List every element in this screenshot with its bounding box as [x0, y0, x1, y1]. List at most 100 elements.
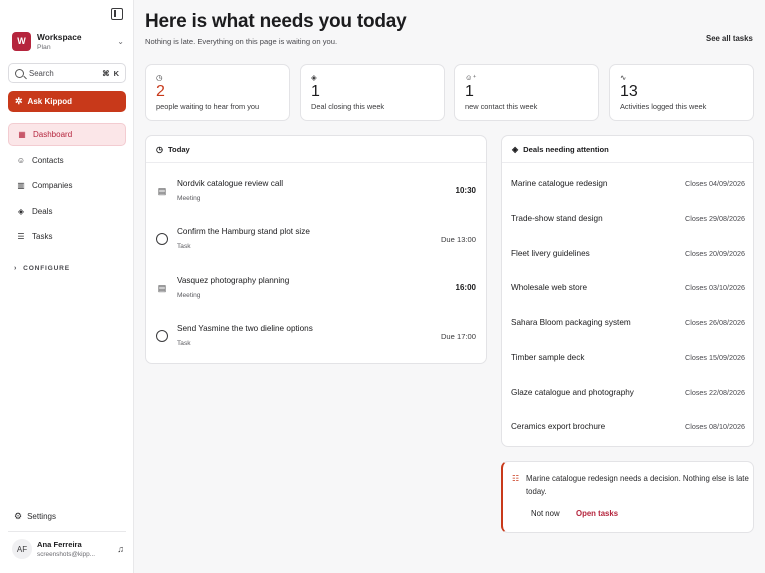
deal-close-date: Closes 29/08/2026 [685, 214, 745, 223]
handshake-icon: ◈ [17, 206, 25, 216]
deal-row[interactable]: Sahara Bloom packaging system Closes 26/… [511, 318, 745, 327]
calendar-icon: ▤ [157, 185, 167, 196]
building-icon: ▥ [17, 181, 25, 191]
grid-icon: ▦ [18, 130, 26, 139]
stat-label: people waiting to hear from you [156, 102, 260, 111]
sidebar-item-dashboard[interactable]: ▦ Dashboard [8, 123, 126, 146]
sidebar-collapse-icon[interactable] [111, 8, 123, 20]
divider [8, 531, 126, 532]
attention-alert: ☷ Marine catalogue redesign needs a deci… [501, 461, 754, 533]
deal-name: Glaze catalogue and photography [511, 388, 634, 397]
users-icon: ☺ [16, 155, 26, 165]
today-item[interactable]: Confirm the Hamburg stand plot size Task… [146, 215, 486, 263]
page-title: Here is what needs you today [145, 11, 407, 32]
alert-list-icon: ☷ [512, 474, 520, 483]
deal-name: Sahara Bloom packaging system [511, 318, 631, 327]
stat-label: new contact this week [465, 102, 538, 111]
search-input[interactable]: Search ⌘ K [8, 63, 126, 83]
sidebar-item-companies[interactable]: ▥ Companies [8, 174, 126, 197]
checklist-icon: ☰ [17, 232, 25, 242]
sidebar-item-label: Contacts [32, 155, 64, 165]
sidebar-item-label: Deals [32, 206, 53, 216]
deal-name: Trade-show stand design [511, 214, 603, 223]
deal-row[interactable]: Marine catalogue redesign Closes 04/09/2… [511, 179, 745, 188]
clock-icon: ◷ [156, 144, 163, 154]
today-item[interactable]: ▤ Nordvik catalogue review call Meeting … [146, 166, 486, 214]
open-tasks-button[interactable]: Open tasks [576, 509, 618, 518]
sidebar-item-label: Companies [32, 181, 73, 191]
settings-link[interactable]: ⚙ Settings [14, 511, 56, 522]
deal-close-date: Closes 04/09/2026 [685, 179, 745, 188]
today-item-type: Task [177, 243, 191, 250]
task-checkbox-icon[interactable] [156, 330, 168, 342]
deal-row[interactable]: Timber sample deck Closes 15/09/2026 [511, 353, 745, 362]
stat-value: 1 [311, 83, 320, 100]
deal-row[interactable]: Wholesale web store Closes 03/10/2026 [511, 283, 745, 292]
workspace-logo: W [12, 31, 31, 51]
today-item-type: Meeting [177, 195, 201, 202]
today-item-time: 10:30 [455, 185, 476, 195]
page-subtitle: Nothing is late. Everything on this page… [145, 37, 338, 46]
stat-value: 2 [156, 83, 165, 100]
shortcut-cmd: ⌘ [102, 68, 110, 78]
user-email: screenshots@kipp... [37, 551, 95, 558]
shortcut-key: K [113, 68, 119, 78]
activity-icon: ∿ [620, 73, 627, 82]
deal-row[interactable]: Trade-show stand design Closes 29/08/202… [511, 214, 745, 223]
gear-icon: ⚙ [14, 511, 23, 521]
task-checkbox-icon[interactable] [156, 233, 168, 245]
today-item-title: Send Yasmine the two dieline options [177, 324, 313, 333]
today-item[interactable]: ▤ Vasquez photography planning Meeting 1… [146, 263, 486, 311]
today-item-time: Due 13:00 [440, 234, 476, 244]
sidebar-item-deals[interactable]: ◈ Deals [8, 200, 126, 223]
search-label: Search [29, 68, 54, 78]
bell-icon[interactable]: ♫ [117, 544, 124, 554]
configure-section-toggle[interactable]: › CONFIGURE [14, 265, 70, 272]
sparkle-icon: ✲ [15, 96, 23, 106]
user-menu[interactable]: AF Ana Ferreira screenshots@kipp... ♫ [12, 537, 124, 561]
sidebar-item-contacts[interactable]: ☺ Contacts [8, 149, 126, 172]
workspace-switcher[interactable]: W Workspace Plan ⌄ [12, 30, 124, 52]
today-title: Today [167, 144, 190, 154]
workspace-plan: Plan [37, 43, 51, 51]
deal-row[interactable]: Fleet livery guidelines Closes 20/09/202… [511, 249, 745, 258]
deals-panel: ◈ Deals needing attention Marine catalog… [501, 135, 754, 447]
stat-card-contacts[interactable]: ☺⁺ 1 new contact this week [454, 64, 599, 121]
deals-header: ◈ Deals needing attention [502, 136, 753, 163]
deal-name: Marine catalogue redesign [511, 179, 608, 188]
stat-label: Deal closing this week [311, 102, 385, 111]
sidebar: W Workspace Plan ⌄ Search ⌘ K ✲ Ask Kipp… [0, 0, 134, 573]
deal-row[interactable]: Glaze catalogue and photography Closes 2… [511, 388, 745, 397]
see-all-tasks-link[interactable]: See all tasks [706, 34, 753, 43]
chevron-down-icon: ⌄ [117, 36, 124, 46]
deal-name: Timber sample deck [511, 353, 585, 362]
today-item[interactable]: Send Yasmine the two dieline options Tas… [146, 312, 486, 360]
search-icon [15, 68, 24, 78]
deals-title: Deals needing attention [523, 144, 609, 154]
deal-close-date: Closes 08/10/2026 [685, 422, 745, 431]
stat-card-deals[interactable]: ◈ 1 Deal closing this week [300, 64, 445, 121]
avatar: AF [12, 539, 32, 559]
deal-row[interactable]: Ceramics export brochure Closes 08/10/20… [511, 422, 745, 431]
deal-name: Wholesale web store [511, 283, 587, 292]
stat-value: 1 [465, 83, 474, 100]
sidebar-item-tasks[interactable]: ☰ Tasks [8, 225, 126, 248]
user-plus-icon: ☺⁺ [465, 73, 477, 82]
stat-card-activities[interactable]: ∿ 13 Activities logged this week [609, 64, 754, 121]
user-name: Ana Ferreira [37, 540, 82, 549]
today-panel: ◷ Today ▤ Nordvik catalogue review call … [145, 135, 487, 364]
deal-name: Ceramics export brochure [511, 422, 606, 431]
not-now-button[interactable]: Not now [531, 509, 560, 518]
deal-close-date: Closes 03/10/2026 [685, 283, 745, 292]
stat-card-waiting[interactable]: ◷ 2 people waiting to hear from you [145, 64, 290, 121]
stat-value: 13 [620, 83, 638, 100]
today-item-title: Vasquez photography planning [177, 276, 290, 285]
today-item-time: Due 17:00 [440, 331, 476, 341]
calendar-icon: ▤ [157, 282, 167, 293]
deal-close-date: Closes 26/08/2026 [685, 318, 745, 327]
deal-name: Fleet livery guidelines [511, 249, 590, 258]
stat-label: Activities logged this week [620, 102, 707, 111]
ask-kippod-button[interactable]: ✲ Ask Kippod [8, 91, 126, 112]
today-item-title: Nordvik catalogue review call [177, 179, 284, 188]
today-item-type: Task [177, 340, 191, 347]
